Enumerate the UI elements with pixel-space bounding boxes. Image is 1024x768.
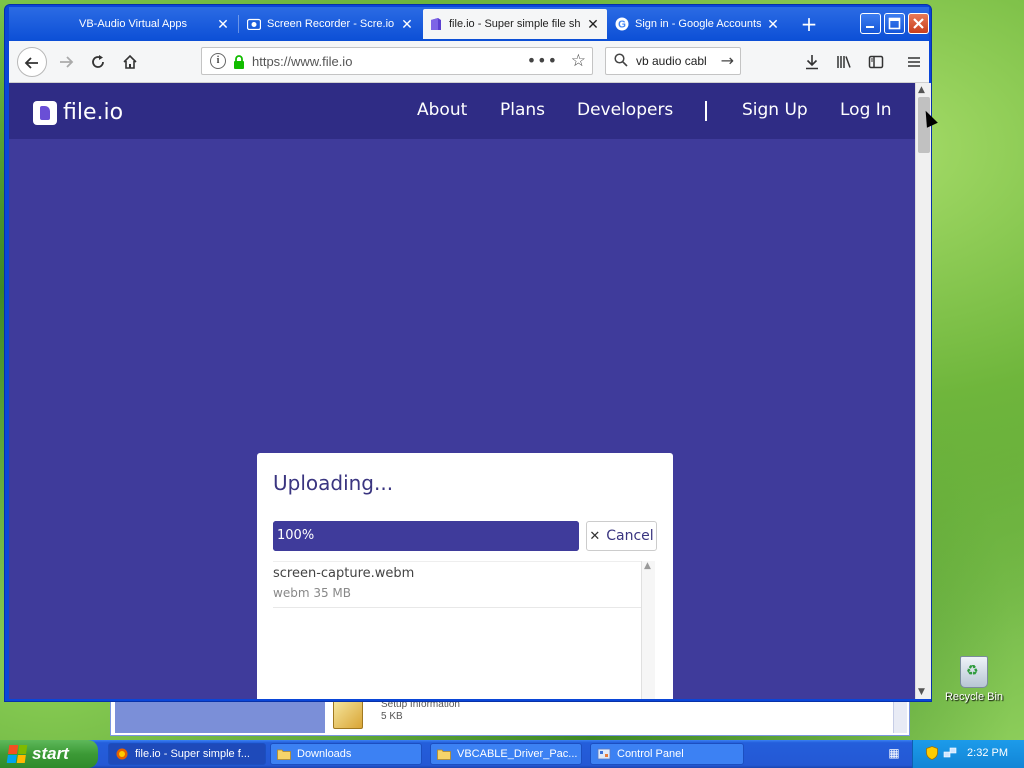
upload-title: Uploading...	[273, 471, 394, 495]
downloads-icon[interactable]	[801, 51, 823, 73]
recycle-bin-icon: ♻	[960, 656, 988, 688]
progress-fill	[273, 521, 579, 551]
security-shield-icon[interactable]	[925, 746, 939, 760]
file-name: screen-capture.webm	[273, 566, 415, 581]
start-button[interactable]: start	[0, 740, 98, 768]
tab-title: file.io - Super simple file sh	[449, 18, 581, 30]
file-size-label: 5 KB	[381, 711, 403, 722]
browser-window: VB-Audio Virtual Apps ✕ Screen Recorder …	[4, 4, 932, 702]
home-button[interactable]	[115, 47, 145, 77]
nav-signup-link[interactable]: Sign Up	[742, 100, 808, 120]
bookmark-star-icon[interactable]: ☆	[571, 51, 586, 71]
cancel-upload-button[interactable]: ✕ Cancel	[586, 521, 657, 551]
taskbar: start file.io - Super simple f... Downlo…	[0, 740, 1024, 768]
url-text: https://www.file.io	[252, 54, 353, 69]
task-label: file.io - Super simple f...	[135, 748, 250, 760]
taskbar-item-firefox[interactable]: file.io - Super simple f...	[108, 743, 266, 765]
setup-information-file-icon[interactable]	[333, 699, 363, 729]
lock-icon[interactable]	[232, 54, 246, 69]
logo-text: file.io	[63, 100, 124, 125]
navigation-toolbar: i https://www.file.io ••• ☆ vb audio cab…	[9, 41, 929, 83]
nav-login-link[interactable]: Log In	[840, 100, 892, 120]
file-list-scrollbar[interactable]: ▲	[641, 561, 655, 699]
recycle-bin-label: Recycle Bin	[944, 691, 1004, 703]
tab-screen-recorder[interactable]: Screen Recorder - Scre.io ✕	[241, 9, 421, 39]
menu-hamburger-icon[interactable]	[903, 51, 925, 73]
svg-text:G: G	[618, 20, 626, 31]
close-tab-icon[interactable]: ✕	[215, 16, 231, 33]
tab-separator	[238, 15, 239, 33]
tab-google-signin[interactable]: G Sign in - Google Accounts ✕	[609, 9, 787, 39]
search-input[interactable]: vb audio cabl	[636, 54, 714, 68]
explorer-side-panel	[115, 701, 325, 733]
close-window-button[interactable]	[908, 13, 929, 34]
tab-strip: VB-Audio Virtual Apps ✕ Screen Recorder …	[9, 7, 929, 41]
scroll-up-arrow-icon[interactable]: ▲	[644, 561, 651, 571]
new-tab-button[interactable]: +	[797, 13, 821, 37]
task-label: Downloads	[297, 748, 352, 760]
nav-divider	[705, 101, 707, 121]
keyboard-language-icon[interactable]: ▦	[886, 746, 902, 760]
search-bar[interactable]: vb audio cabl →	[605, 47, 741, 75]
upload-progress-bar: 100%	[273, 521, 579, 551]
start-label: start	[32, 744, 69, 763]
folder-icon	[277, 748, 291, 760]
tab-title: Screen Recorder - Scre.io	[267, 18, 395, 30]
page-actions-icon[interactable]: •••	[527, 51, 558, 70]
background-explorer-window[interactable]: Setup Information 5 KB	[110, 698, 910, 736]
site-info-icon[interactable]: i	[210, 53, 226, 69]
tab-vb-audio[interactable]: VB-Audio Virtual Apps ✕	[49, 9, 237, 39]
upload-dialog: Uploading... 100% ✕ Cancel screen-captur…	[257, 453, 673, 699]
forward-button[interactable]	[51, 47, 81, 77]
folder-icon	[437, 748, 451, 760]
search-go-arrow-icon[interactable]: →	[721, 51, 734, 70]
firefox-icon	[115, 748, 129, 760]
windows-logo-icon	[6, 745, 28, 763]
close-tab-icon[interactable]: ✕	[585, 16, 601, 33]
nav-developers-link[interactable]: Developers	[577, 100, 673, 120]
sidebar-icon[interactable]	[865, 51, 887, 73]
maximize-button[interactable]	[884, 13, 905, 34]
minimize-button[interactable]	[860, 13, 881, 34]
upload-file-list: screen-capture.webm webm 35 MB	[273, 561, 655, 699]
list-item: screen-capture.webm webm 35 MB	[273, 562, 655, 608]
close-icon: ✕	[589, 528, 601, 544]
nav-plans-link[interactable]: Plans	[500, 100, 545, 120]
google-icon: G	[615, 17, 629, 31]
search-icon	[614, 53, 628, 71]
close-tab-icon[interactable]: ✕	[399, 16, 415, 33]
system-tray: 2:32 PM	[912, 740, 1024, 768]
taskbar-item-control-panel[interactable]: Control Panel	[590, 743, 744, 765]
progress-percent: 100%	[277, 528, 315, 543]
task-label: VBCABLE_Driver_Pac...	[457, 748, 578, 760]
close-tab-icon[interactable]: ✕	[765, 16, 781, 33]
address-bar[interactable]: i https://www.file.io ••• ☆	[201, 47, 593, 75]
taskbar-item-vbcable[interactable]: VBCABLE_Driver_Pac...	[430, 743, 582, 765]
file-meta: webm 35 MB	[273, 586, 351, 600]
nav-about-link[interactable]: About	[417, 100, 467, 120]
taskbar-item-downloads[interactable]: Downloads	[270, 743, 422, 765]
explorer-scrollbar[interactable]	[893, 701, 907, 733]
clock[interactable]: 2:32 PM	[967, 747, 1008, 759]
tab-file-io[interactable]: file.io - Super simple file sh ✕	[423, 9, 607, 39]
recycle-bin-desktop-icon[interactable]: ♻ Recycle Bin	[944, 656, 1004, 703]
library-icon[interactable]	[833, 51, 855, 73]
tab-title: Sign in - Google Accounts	[635, 18, 761, 30]
network-icon[interactable]	[943, 746, 957, 760]
control-panel-icon	[597, 748, 611, 760]
fileio-logo[interactable]: file.io	[33, 100, 123, 125]
reload-button[interactable]	[83, 47, 113, 77]
site-header: file.io About Plans Developers Sign Up L…	[9, 83, 915, 139]
cancel-label: Cancel	[606, 528, 654, 544]
fileio-logo-icon	[33, 100, 57, 125]
fileio-icon	[429, 17, 443, 31]
scroll-down-arrow-icon[interactable]: ▼	[918, 687, 925, 697]
tab-title: VB-Audio Virtual Apps	[78, 18, 188, 30]
back-button[interactable]	[17, 47, 47, 77]
camera-icon	[247, 17, 261, 31]
task-label: Control Panel	[617, 748, 684, 760]
scroll-up-arrow-icon[interactable]: ▲	[918, 85, 925, 95]
web-page-content: file.io About Plans Developers Sign Up L…	[9, 83, 915, 699]
page-scrollbar[interactable]: ▲ ▼	[915, 83, 931, 699]
